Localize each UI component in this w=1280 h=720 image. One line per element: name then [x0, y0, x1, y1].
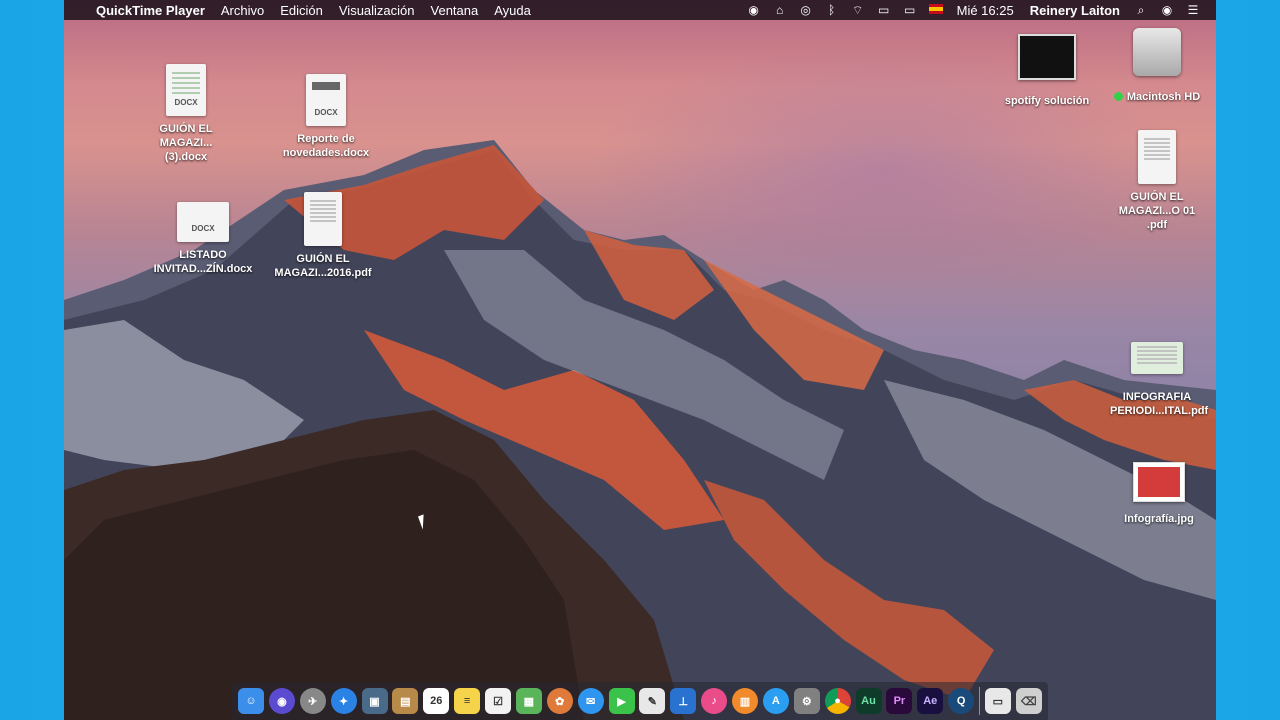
desktop-file-guion-01-pdf[interactable]: GUIÓN EL MAGAZI...O 01 .pdf — [1092, 130, 1216, 232]
pdf-file-icon — [1138, 130, 1176, 184]
dock-premiere-icon[interactable]: Pr — [886, 688, 913, 714]
dock-script-editor-icon[interactable]: ✎ — [639, 688, 666, 714]
desktop-file-guion-docx[interactable]: DOCX GUIÓN EL MAGAZI...(3).docx — [121, 64, 251, 164]
dock-safari-icon[interactable]: ✦ — [330, 688, 357, 714]
app-menu-quicktime[interactable]: QuickTime Player — [88, 3, 213, 18]
wifi-icon[interactable]: ⌔ — [845, 3, 871, 18]
status-area: ◉ ⌂ ◎ ᛒ ⌔ ▭ ▭ Mié 16:25 Reinery Laiton ⌕… — [741, 0, 1216, 20]
file-label: Reporte de novedades.docx — [282, 133, 370, 159]
image-thumbnail-icon — [1018, 34, 1076, 80]
dock-audition-icon[interactable]: Au — [855, 688, 882, 714]
file-label: Macintosh HD — [1092, 90, 1216, 104]
record-icon[interactable]: ◉ — [741, 3, 767, 17]
dock: ☺ ◉ ✈ ✦ ▣ ▤ 26 ≡ ☑ ▦ ✿ ✉ ▶ ✎ ⊥ ♪ ▥ A ⚙ ●… — [232, 682, 1048, 720]
dock-finder-icon[interactable]: ☺ — [238, 688, 264, 714]
circle-icon[interactable]: ◎ — [793, 3, 819, 17]
dock-calendar-icon[interactable]: 26 — [423, 688, 450, 714]
desktop-file-listado-docx[interactable]: DOCX LISTADO INVITAD...ZÍN.docx — [138, 202, 268, 276]
dock-launchpad-icon[interactable]: ✈ — [299, 688, 326, 714]
spotlight-search-icon[interactable]: ⌕ — [1128, 3, 1154, 18]
menu-archivo[interactable]: Archivo — [213, 3, 272, 18]
docx-file-icon: DOCX — [177, 202, 229, 242]
dock-preview-icon[interactable]: ▣ — [361, 688, 388, 714]
user-name[interactable]: Reinery Laiton — [1022, 3, 1128, 18]
menu-visualizacion[interactable]: Visualización — [331, 3, 423, 18]
desktop-file-guion-2016-pdf[interactable]: GUIÓN EL MAGAZI...2016.pdf — [258, 192, 388, 280]
dock-after-effects-icon[interactable]: Ae — [917, 688, 944, 714]
airplay-like-icon[interactable]: ⌂ — [767, 3, 793, 17]
dock-trash-icon[interactable]: ⌫ — [1015, 688, 1042, 714]
dock-messages-icon[interactable]: ✉ — [577, 688, 604, 714]
dock-quicktime-icon[interactable]: Q — [948, 688, 975, 714]
dock-chrome-icon[interactable]: ● — [824, 688, 851, 714]
display-icon[interactable]: ▭ — [871, 3, 897, 17]
dock-numbers-icon[interactable]: ▦ — [515, 688, 542, 714]
menu-bar: QuickTime Player Archivo Edición Visuali… — [64, 0, 1216, 20]
dock-system-preferences-icon[interactable]: ⚙ — [793, 688, 820, 714]
dock-facetime-icon[interactable]: ▶ — [608, 688, 635, 714]
dock-notebook-icon[interactable]: ▤ — [392, 688, 419, 714]
dock-reminders-icon[interactable]: ☑ — [485, 688, 511, 714]
dock-photos-icon[interactable]: ✿ — [546, 688, 573, 714]
menu-ayuda[interactable]: Ayuda — [486, 3, 539, 18]
docx-file-icon: DOCX — [166, 64, 206, 116]
dock-siri-icon[interactable]: ◉ — [268, 688, 295, 714]
pdf-file-icon — [304, 192, 342, 246]
siri-icon[interactable]: ◉ — [1154, 3, 1180, 17]
dock-app-store-icon[interactable]: A — [762, 688, 789, 714]
notification-center-icon[interactable]: ☰ — [1180, 3, 1206, 17]
file-label: INFOGRAFIA PERIODI...ITAL.pdf — [1110, 391, 1209, 417]
bluetooth-icon[interactable]: ᛒ — [819, 3, 845, 17]
menu-edicion[interactable]: Edición — [272, 3, 331, 18]
menu-ventana[interactable]: Ventana — [423, 3, 487, 18]
flag-es-icon[interactable] — [923, 3, 949, 17]
file-label: LISTADO INVITAD...ZÍN.docx — [153, 249, 253, 275]
jpg-file-icon — [1133, 462, 1185, 502]
drive-label: Macintosh HD — [1126, 91, 1201, 103]
dock-ibooks-icon[interactable]: ▥ — [732, 688, 758, 714]
file-label: GUIÓN EL MAGAZI...2016.pdf — [274, 253, 372, 279]
desktop-file-infografia-jpg[interactable]: Infografía.jpg — [1094, 462, 1216, 526]
dock-desktop-folder-icon[interactable]: ▭ — [984, 688, 1011, 714]
menu-clock[interactable]: Mié 16:25 — [949, 3, 1022, 18]
dock-notes-icon[interactable]: ≡ — [454, 688, 481, 714]
desktop-file-reporte-docx[interactable]: DOCX Reporte de novedades.docx — [261, 74, 391, 160]
tag-dot-icon — [1113, 92, 1123, 101]
dock-itunes-icon[interactable]: ♪ — [701, 688, 728, 714]
desktop-file-infografia-pdf[interactable]: INFOGRAFIA PERIODI...ITAL.pdf — [1092, 342, 1216, 418]
pdf-file-icon — [1131, 342, 1183, 374]
docx-file-icon: DOCX — [306, 74, 346, 126]
file-label: Infografía.jpg — [1124, 513, 1194, 525]
dock-keynote-icon[interactable]: ⊥ — [670, 688, 697, 714]
dock-separator — [979, 687, 980, 715]
battery-icon[interactable]: ▭ — [897, 3, 923, 17]
file-label: GUIÓN EL MAGAZI...(3).docx — [159, 123, 213, 163]
hard-drive-icon — [1133, 28, 1181, 76]
macos-desktop: QuickTime Player Archivo Edición Visuali… — [64, 0, 1216, 720]
desktop-drive-macintosh-hd[interactable]: Macintosh HD — [1092, 28, 1216, 104]
file-label: GUIÓN EL MAGAZI...O 01 .pdf — [1118, 191, 1196, 231]
